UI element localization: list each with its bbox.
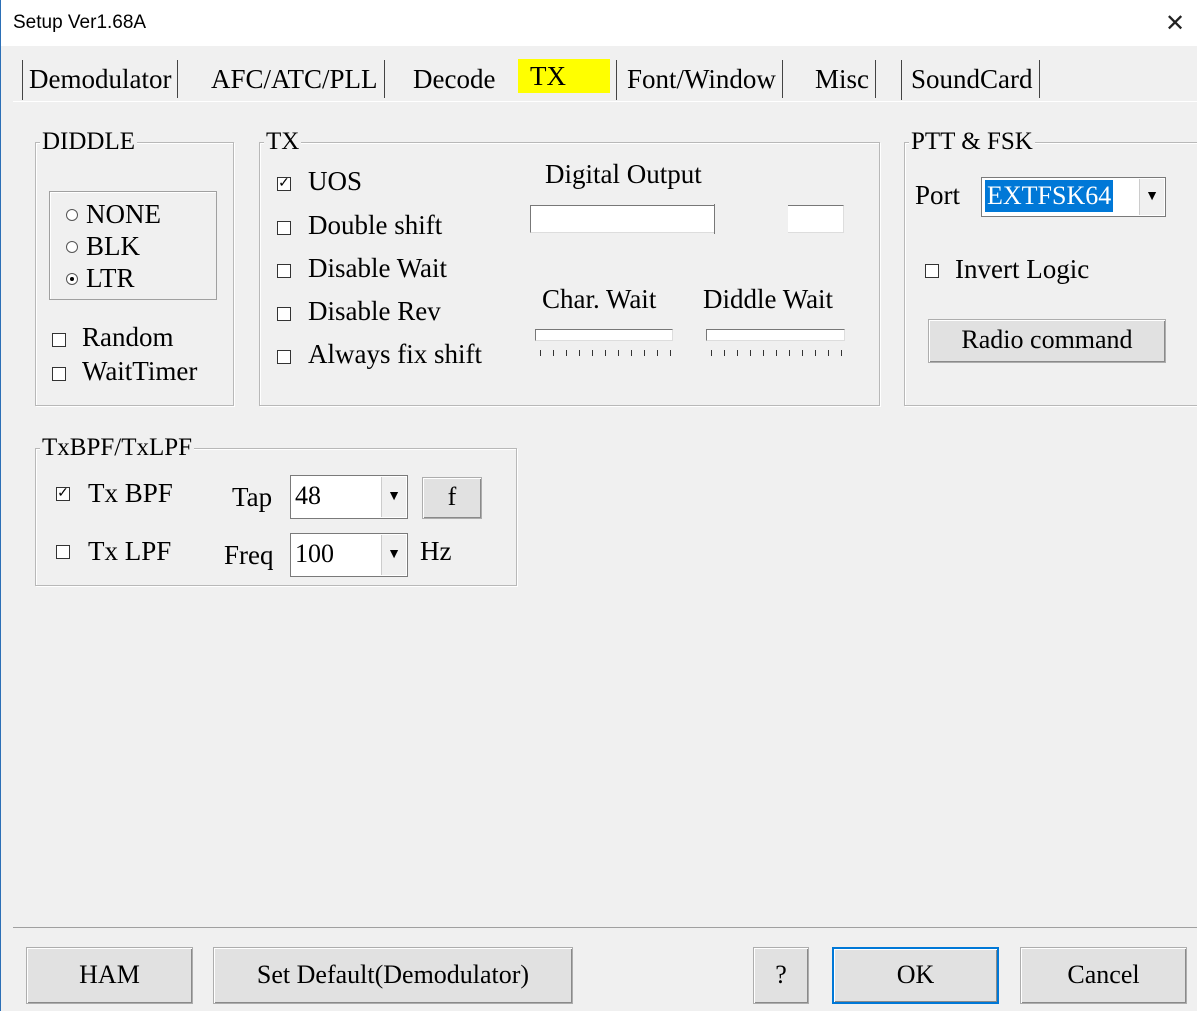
random-checkbox[interactable] (52, 333, 66, 347)
set-default-button[interactable]: Set Default(Demodulator) (213, 947, 573, 1004)
diddle-options-box: NONE BLK LTR (49, 191, 217, 300)
random-label: Random (82, 322, 174, 352)
tab-tx[interactable]: TX (518, 59, 610, 93)
tx-lpf-label: Tx LPF (88, 536, 172, 566)
char-wait-ticks (540, 350, 671, 356)
diddle-wait-ticks (711, 350, 843, 356)
tab-font-window[interactable]: Font/Window (621, 60, 783, 98)
freq-select[interactable]: 100 ▼ (290, 533, 408, 577)
freq-value: 100 (295, 539, 334, 568)
f-button-label: f (447, 482, 457, 511)
diddle-blk-radio[interactable] (66, 241, 78, 253)
ok-button[interactable]: OK (832, 947, 999, 1004)
wait-timer-checkbox[interactable] (52, 367, 66, 381)
port-value: EXTFSK64 (985, 180, 1114, 212)
invert-logic-label: Invert Logic (955, 254, 1090, 284)
setup-window: Setup Ver1.68A ✕ Demodulator AFC/ATC/PLL… (0, 0, 1197, 1011)
ok-label: OK (896, 960, 935, 989)
tab-divider (901, 60, 902, 100)
tx-bpf-label: Tx BPF (88, 478, 173, 508)
digital-output-label: Digital Output (545, 159, 702, 189)
chevron-down-icon[interactable]: ▼ (1139, 179, 1164, 215)
ptt-fsk-legend: PTT & FSK (909, 128, 1035, 156)
port-select[interactable]: EXTFSK64 ▼ (981, 177, 1166, 217)
digital-output-slider[interactable] (530, 204, 844, 234)
radio-command-label: Radio command (961, 325, 1133, 354)
cancel-button[interactable]: Cancel (1020, 947, 1187, 1004)
tab-soundcard[interactable]: SoundCard (905, 60, 1040, 98)
tab-misc[interactable]: Misc (809, 60, 876, 98)
tap-value: 48 (295, 481, 321, 510)
radio-command-button[interactable]: Radio command (928, 319, 1166, 363)
set-default-label: Set Default(Demodulator) (256, 960, 530, 989)
hz-label: Hz (420, 536, 452, 566)
digital-output-thumb[interactable] (714, 204, 788, 234)
diddle-ltr-label: LTR (86, 263, 135, 293)
tx-filter-group: TxBPF/TxLPF ✓ Tx BPF Tap 48 ▼ f Tx LPF F… (35, 434, 517, 586)
tap-select[interactable]: 48 ▼ (290, 475, 408, 519)
diddle-blk-label: BLK (86, 231, 140, 261)
tx-filter-legend: TxBPF/TxLPF (40, 434, 195, 462)
tab-panel-border (13, 101, 1197, 102)
diddle-wait-label: Diddle Wait (703, 284, 834, 314)
freq-label: Freq (224, 540, 274, 570)
diddle-none-label: NONE (86, 199, 161, 229)
port-label: Port (915, 180, 961, 210)
help-icon: ? (775, 960, 787, 989)
disable-wait-checkbox[interactable] (277, 264, 291, 278)
tx-group: TX ✓ UOS Double shift Disable Wait Disab… (259, 128, 880, 406)
tap-label: Tap (232, 482, 273, 512)
uos-label: UOS (308, 166, 363, 196)
diddle-wait-slider[interactable] (706, 329, 845, 341)
ham-button[interactable]: HAM (26, 947, 193, 1004)
f-button[interactable]: f (422, 477, 482, 519)
tx-bpf-checkbox[interactable]: ✓ (56, 487, 70, 501)
tab-divider (616, 60, 617, 100)
ham-label: HAM (79, 960, 140, 989)
close-icon[interactable]: ✕ (1152, 0, 1197, 46)
invert-logic-checkbox[interactable] (925, 264, 939, 278)
disable-rev-label: Disable Rev (308, 296, 441, 326)
double-shift-checkbox[interactable] (277, 221, 291, 235)
always-fix-shift-checkbox[interactable] (277, 350, 291, 364)
window-title: Setup Ver1.68A (13, 12, 147, 33)
diddle-none-radio[interactable] (66, 209, 78, 221)
char-wait-label: Char. Wait (542, 284, 657, 314)
tab-decode[interactable]: Decode (407, 60, 501, 98)
chevron-down-icon[interactable]: ▼ (381, 477, 406, 517)
char-wait-slider[interactable] (535, 329, 673, 341)
cancel-label: Cancel (1067, 960, 1140, 989)
footer-divider (13, 927, 1197, 928)
double-shift-label: Double shift (308, 210, 443, 240)
disable-rev-checkbox[interactable] (277, 307, 291, 321)
tx-legend: TX (264, 128, 302, 156)
diddle-group: DIDDLE NONE BLK LTR Random WaitTimer (35, 128, 234, 406)
always-fix-shift-label: Always fix shift (308, 339, 482, 369)
diddle-legend: DIDDLE (40, 128, 138, 156)
wait-timer-label: WaitTimer (82, 356, 198, 386)
ptt-fsk-group: PTT & FSK Port EXTFSK64 ▼ Invert Logic R… (904, 128, 1197, 406)
help-button[interactable]: ? (753, 947, 809, 1004)
chevron-down-icon[interactable]: ▼ (381, 535, 406, 575)
tab-afc-atc-pll[interactable]: AFC/ATC/PLL (205, 60, 385, 98)
title-bar: Setup Ver1.68A ✕ (1, 0, 1197, 46)
uos-checkbox[interactable]: ✓ (277, 177, 291, 191)
diddle-ltr-radio[interactable] (66, 273, 78, 285)
disable-wait-label: Disable Wait (308, 253, 448, 283)
tab-demodulator[interactable]: Demodulator (23, 60, 179, 98)
tx-lpf-checkbox[interactable] (56, 545, 70, 559)
